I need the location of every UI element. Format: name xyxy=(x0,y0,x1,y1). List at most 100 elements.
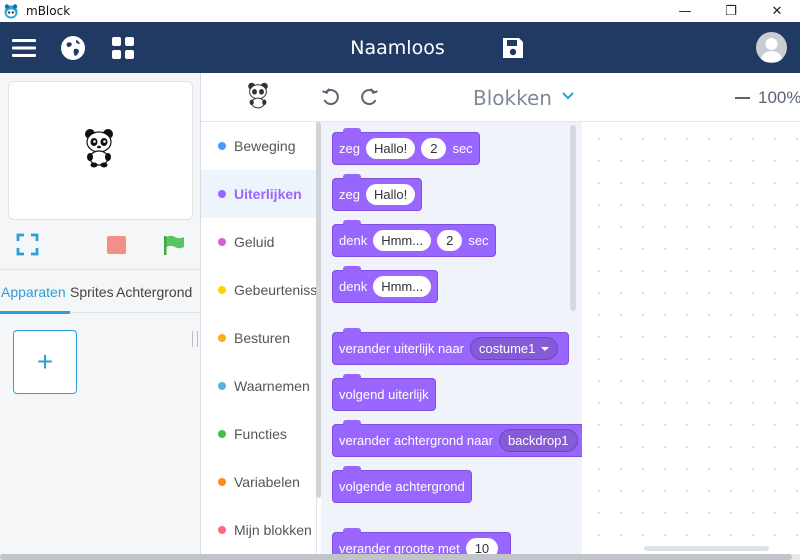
zoom-level: 100% xyxy=(758,88,800,107)
block-text: denk xyxy=(339,233,368,248)
backdrop-dropdown[interactable]: backdrop1 xyxy=(498,429,578,452)
apps-icon[interactable] xyxy=(110,35,136,61)
script-workspace[interactable] xyxy=(582,122,800,554)
green-flag-icon[interactable] xyxy=(162,233,186,262)
editor-mode-title[interactable]: Blokken xyxy=(473,86,552,110)
category-label: Beweging xyxy=(234,138,296,154)
category-geluid[interactable]: Geluid xyxy=(201,218,316,266)
minimize-button[interactable]: — xyxy=(662,0,708,22)
add-device-button[interactable]: + xyxy=(13,330,77,394)
block-number-input[interactable]: 10 xyxy=(465,538,499,554)
left-panel: Apparaten Sprites Achtergrond + xyxy=(0,73,201,560)
category-dot xyxy=(218,430,226,438)
tab-achtergrond[interactable]: Achtergrond xyxy=(116,284,192,300)
tab-apparaten[interactable]: Apparaten xyxy=(1,284,66,300)
close-icon: ✕ xyxy=(771,3,783,19)
close-button[interactable]: ✕ xyxy=(754,0,800,22)
maximize-button[interactable]: ❐ xyxy=(708,0,754,22)
app-title: mBlock xyxy=(26,4,71,18)
user-avatar[interactable] xyxy=(756,32,787,63)
window-titlebar: mBlock — ❐ ✕ xyxy=(0,0,800,22)
maximize-icon: ❐ xyxy=(725,3,737,19)
undo-icon[interactable] xyxy=(321,88,341,113)
block-categories: Beweging Uiterlijken Geluid Gebeurteniss… xyxy=(201,122,317,554)
category-beweging[interactable]: Beweging xyxy=(201,122,316,170)
category-label: Mijn blokken xyxy=(234,522,312,538)
category-variabelen[interactable]: Variabelen xyxy=(201,458,316,506)
category-dot xyxy=(218,238,226,246)
block-switch-costume[interactable]: verander uiterlijk naar costume1 xyxy=(332,328,570,365)
block-say-for-secs[interactable]: zeg Hallo! 2 sec xyxy=(332,128,480,165)
block-input[interactable]: Hallo! xyxy=(365,184,416,205)
workspace-scrollbar[interactable] xyxy=(644,546,769,551)
panel-tabs: Apparaten Sprites Achtergrond xyxy=(0,269,201,314)
block-say[interactable]: zeg Hallo! xyxy=(332,174,423,211)
category-label: Gebeurtenissen xyxy=(234,282,317,298)
block-switch-backdrop[interactable]: verander achtergrond naar backdrop1 xyxy=(332,420,582,457)
block-think-for-secs[interactable]: denk Hmm... 2 sec xyxy=(332,220,496,257)
stage-preview[interactable] xyxy=(8,81,193,220)
panda-sprite-icon[interactable] xyxy=(247,82,269,115)
block-change-size[interactable]: verander grootte met 10 xyxy=(332,528,512,554)
block-text: verander grootte met xyxy=(339,541,460,554)
mblock-logo-icon xyxy=(2,2,20,20)
block-text: zeg xyxy=(339,141,360,156)
save-icon[interactable] xyxy=(500,35,526,61)
plus-icon: + xyxy=(36,346,54,377)
category-uiterlijken[interactable]: Uiterlijken xyxy=(201,170,316,218)
block-text: volgende achtergrond xyxy=(339,479,465,494)
block-text: sec xyxy=(468,233,489,248)
category-label: Uiterlijken xyxy=(234,186,302,202)
stop-icon[interactable] xyxy=(107,236,126,254)
category-dot xyxy=(218,478,226,486)
redo-icon[interactable] xyxy=(359,88,379,113)
dropdown-value: backdrop1 xyxy=(507,433,569,448)
block-text: sec xyxy=(452,141,473,156)
chevron-down-icon[interactable] xyxy=(561,89,575,108)
tab-sprites[interactable]: Sprites xyxy=(70,284,114,300)
category-label: Waarnemen xyxy=(234,378,310,394)
block-think[interactable]: denk Hmm... xyxy=(332,266,439,303)
zoom-out-icon[interactable] xyxy=(735,97,750,99)
globe-icon[interactable] xyxy=(60,35,86,61)
active-tab-indicator xyxy=(0,311,70,314)
block-text: verander achtergrond naar xyxy=(339,433,493,448)
block-text: denk xyxy=(339,279,368,294)
app-header: Naamloos xyxy=(0,22,800,73)
category-dot xyxy=(218,382,226,390)
blocks-toolbar: Blokken 100% xyxy=(201,73,800,122)
panda-sprite-icon xyxy=(84,128,114,173)
panel-resize-handle[interactable] xyxy=(192,331,198,347)
costume-dropdown[interactable]: costume1 xyxy=(470,337,559,360)
category-dot xyxy=(218,334,226,342)
block-text: volgend uiterlijk xyxy=(339,387,429,402)
menu-icon[interactable] xyxy=(11,35,37,61)
category-gebeurtenissen[interactable]: Gebeurtenissen xyxy=(201,266,317,314)
category-dot xyxy=(218,142,226,150)
category-label: Functies xyxy=(234,426,287,442)
block-input[interactable]: Hmm... xyxy=(373,276,432,297)
category-functies[interactable]: Functies xyxy=(201,410,316,458)
block-input[interactable]: Hallo! xyxy=(365,138,416,159)
category-dot xyxy=(218,526,226,534)
category-dot xyxy=(218,286,226,294)
project-title[interactable]: Naamloos xyxy=(300,37,495,59)
category-waarnemen[interactable]: Waarnemen xyxy=(201,362,316,410)
fullscreen-icon[interactable] xyxy=(16,233,39,261)
category-dot xyxy=(218,190,226,198)
window-scrollbar-thumb[interactable] xyxy=(0,554,792,560)
category-label: Variabelen xyxy=(234,474,300,490)
category-label: Geluid xyxy=(234,234,275,250)
block-number-input[interactable]: 2 xyxy=(437,230,463,251)
category-mijn-blokken[interactable]: Mijn blokken xyxy=(201,506,316,554)
block-number-input[interactable]: 2 xyxy=(421,138,447,159)
category-besturen[interactable]: Besturen xyxy=(201,314,316,362)
block-next-backdrop[interactable]: volgende achtergrond xyxy=(332,466,472,503)
caret-down-icon xyxy=(541,346,550,351)
minimize-icon: — xyxy=(678,3,692,19)
block-text: zeg xyxy=(339,187,360,202)
category-label: Besturen xyxy=(234,330,291,346)
palette-scrollbar[interactable] xyxy=(570,125,576,311)
block-next-costume[interactable]: volgend uiterlijk xyxy=(332,374,436,411)
block-input[interactable]: Hmm... xyxy=(373,230,432,251)
